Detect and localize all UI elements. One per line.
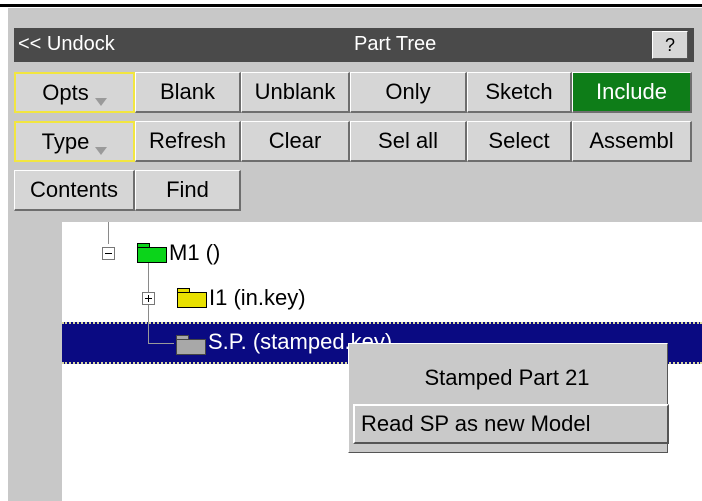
clear-button[interactable]: Clear (241, 121, 350, 162)
tree-node-include[interactable]: I1 (in.key) (209, 285, 306, 311)
sketch-button[interactable]: Sketch (467, 72, 572, 113)
type-button[interactable]: Type (14, 121, 135, 162)
tree-node-root[interactable]: M1 () (169, 240, 220, 266)
tree-connector (148, 343, 174, 344)
select-button[interactable]: Select (467, 121, 572, 162)
expand-icon[interactable] (142, 292, 155, 305)
include-folder-icon (177, 288, 207, 308)
blank-button[interactable]: Blank (135, 72, 241, 113)
contents-button[interactable]: Contents (14, 170, 135, 211)
opts-button[interactable]: Opts (14, 72, 135, 113)
dropdown-arrow-icon (95, 147, 108, 155)
include-button[interactable]: Include (572, 72, 692, 113)
title-bar: << Undock Part Tree ? (14, 28, 694, 62)
only-button[interactable]: Only (350, 72, 467, 113)
unblank-button[interactable]: Unblank (241, 72, 350, 113)
select-all-button[interactable]: Sel all (350, 121, 467, 162)
assembly-button[interactable]: Assembl (572, 121, 692, 162)
stamped-part-folder-icon (176, 335, 206, 355)
help-button[interactable]: ? (652, 31, 688, 59)
undock-button[interactable]: << Undock (18, 33, 115, 56)
dropdown-arrow-icon (94, 98, 107, 106)
menu-item-read-sp-as-model[interactable]: Read SP as new Model (353, 404, 669, 444)
menu-item-stamped-part[interactable]: Stamped Part 21 (357, 358, 657, 398)
context-menu: Stamped Part 21 Read SP as new Model (348, 343, 669, 453)
panel-title: Part Tree (354, 33, 437, 55)
tree-connector (148, 322, 149, 344)
refresh-button[interactable]: Refresh (135, 121, 241, 162)
top-edge (0, 0, 702, 8)
find-button[interactable]: Find (135, 170, 241, 211)
root-folder-icon (137, 243, 167, 263)
collapse-icon[interactable] (102, 247, 115, 260)
tree-connector (108, 222, 109, 244)
